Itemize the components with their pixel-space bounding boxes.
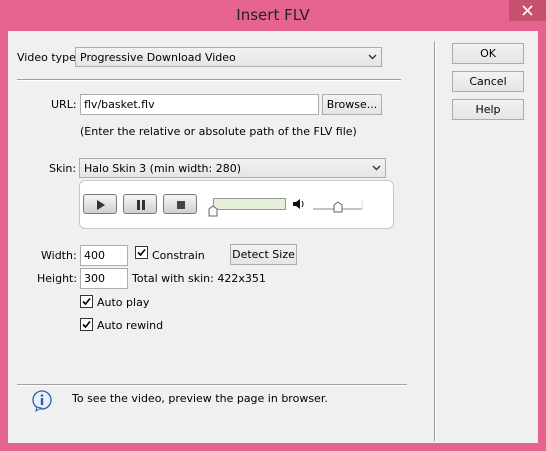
play-icon	[97, 200, 105, 210]
height-value: 300	[84, 272, 105, 285]
volume-icon	[293, 199, 304, 209]
width-value: 400	[84, 249, 105, 262]
close-button[interactable]	[509, 0, 546, 21]
vertical-divider	[434, 41, 436, 441]
skin-preview	[79, 180, 394, 229]
checkmark-icon	[82, 297, 91, 306]
video-type-value: Progressive Download Video	[80, 51, 236, 64]
chevron-down-icon	[372, 165, 381, 171]
chevron-down-icon	[368, 54, 377, 60]
url-value: flv/basket.flv	[84, 98, 155, 111]
height-label: Height:	[37, 272, 78, 285]
help-button[interactable]: Help	[452, 99, 524, 120]
video-type-label: Video type:	[17, 51, 80, 64]
skin-select[interactable]: Halo Skin 3 (min width: 280)	[79, 158, 386, 178]
url-label: URL:	[51, 98, 77, 111]
footer-divider	[17, 384, 407, 386]
preview-play-button	[83, 194, 117, 214]
checkmark-icon	[82, 320, 91, 329]
skin-label: Skin:	[49, 162, 77, 175]
preview-stop-button	[163, 194, 197, 214]
autoplay-label: Auto play	[97, 296, 150, 309]
title-bar: Insert FLV	[0, 0, 546, 31]
top-divider	[17, 79, 401, 81]
checkmark-icon	[137, 248, 146, 257]
seek-thumb-icon	[208, 205, 218, 217]
info-text: To see the video, preview the page in br…	[72, 392, 328, 405]
stop-icon	[177, 201, 185, 209]
video-type-select[interactable]: Progressive Download Video	[75, 47, 382, 67]
autoplay-checkbox[interactable]	[80, 295, 93, 308]
total-with-skin-text: Total with skin: 422x351	[132, 272, 266, 285]
window-title: Insert FLV	[236, 6, 310, 24]
ok-button[interactable]: OK	[452, 43, 524, 64]
height-input[interactable]: 300	[80, 268, 128, 289]
close-icon	[522, 5, 533, 16]
info-icon	[32, 390, 52, 412]
preview-pause-button	[123, 194, 157, 214]
constrain-checkbox[interactable]	[135, 246, 148, 259]
preview-seek-bar	[213, 198, 286, 210]
cancel-button[interactable]: Cancel	[452, 71, 524, 92]
url-hint: (Enter the relative or absolute path of …	[80, 125, 357, 138]
volume-slider	[313, 199, 363, 213]
autorewind-label: Auto rewind	[97, 319, 164, 332]
pause-icon	[137, 200, 145, 210]
width-label: Width:	[41, 249, 77, 262]
constrain-label: Constrain	[152, 249, 205, 262]
skin-value: Halo Skin 3 (min width: 280)	[84, 162, 242, 175]
dialog-body: Video type: Progressive Download Video U…	[8, 31, 538, 443]
browse-button[interactable]: Browse...	[322, 94, 382, 115]
url-input[interactable]: flv/basket.flv	[80, 94, 319, 115]
autorewind-checkbox[interactable]	[80, 318, 93, 331]
width-input[interactable]: 400	[80, 245, 128, 266]
detect-size-button[interactable]: Detect Size	[230, 244, 297, 265]
